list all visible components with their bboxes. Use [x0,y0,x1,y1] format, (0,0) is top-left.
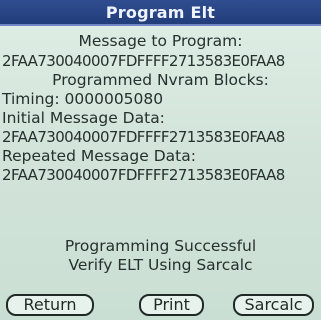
print-button-label: Print [153,295,190,314]
return-button-label: Return [23,295,77,314]
timing-value: Timing: 0000005080 [2,90,164,108]
programmed-nvram-blocks-label: Programmed Nvram Blocks: [52,71,269,89]
print-button[interactable]: Print [139,294,204,316]
sarcalc-button[interactable]: Sarcalc [233,294,314,316]
program-elt-content: Message to Program: 2FAA730040007FDFFFF2… [0,32,321,284]
programming-status-line: Programming Successful [64,237,257,255]
initial-message-data-label: Initial Message Data: [2,109,165,127]
screen: Program Elt Message to Program: 2FAA7300… [0,0,321,320]
initial-message-data-value: 2FAA730040007FDFFFF2713583E0FAA8 [2,128,285,146]
button-row: Return Print Sarcalc [0,294,321,316]
repeated-message-data-value: 2FAA730040007FDFFFF2713583E0FAA8 [2,166,285,184]
page-title: Program Elt [105,3,216,22]
message-to-program-value: 2FAA730040007FDFFFF2713583E0FAA8 [2,52,285,70]
repeated-message-data-label: Repeated Message Data: [2,147,196,165]
sarcalc-button-label: Sarcalc [244,295,303,314]
return-button[interactable]: Return [6,294,94,316]
verification-instruction-line: Verify ELT Using Sarcalc [68,256,253,274]
title-bar: Program Elt [0,0,321,26]
message-to-program-label: Message to Program: [78,32,243,50]
